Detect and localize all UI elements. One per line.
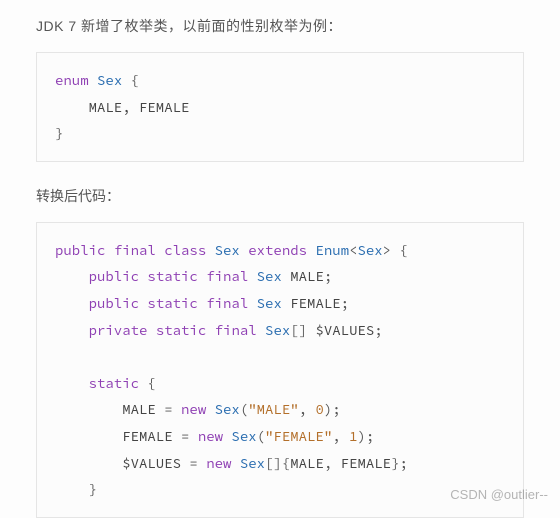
gt: > xyxy=(383,241,391,259)
after-label: 转换后代码： xyxy=(36,186,524,206)
kw: final xyxy=(206,267,248,285)
brace-open: { xyxy=(131,71,139,89)
arr-a: MALE xyxy=(290,454,324,472)
array: [] xyxy=(265,454,282,472)
type: Sex xyxy=(257,294,282,312)
code-block-enum: enum Sex { MALE, FEMALE } xyxy=(36,52,524,162)
watermark-text: CSDN @outlier-- xyxy=(450,487,548,502)
assign-male: MALE xyxy=(122,400,156,418)
field-female: FEMALE xyxy=(290,294,340,312)
type-param: Sex xyxy=(357,241,382,259)
eq: = xyxy=(156,400,181,418)
brace: { xyxy=(147,374,155,392)
comma: , xyxy=(299,400,316,418)
array: [] xyxy=(290,321,307,339)
intro-text: JDK 7 新增了枚举类，以前面的性别枚举为例： xyxy=(36,18,342,34)
semi: ; xyxy=(324,267,332,285)
close: ); xyxy=(357,427,374,445)
kw: final xyxy=(114,241,156,259)
arr-b: FEMALE xyxy=(341,454,391,472)
enum-body: MALE, FEMALE xyxy=(55,98,189,116)
document-body: JDK 7 新增了枚举类，以前面的性别枚举为例： enum Sex { MALE… xyxy=(0,0,560,518)
comma: , xyxy=(324,454,341,472)
kw: public xyxy=(89,294,139,312)
kw-new: new xyxy=(198,427,223,445)
brace: { xyxy=(399,241,407,259)
close: }; xyxy=(391,454,408,472)
ctor: Sex xyxy=(231,427,256,445)
semi: ; xyxy=(374,321,382,339)
comma: , xyxy=(332,427,349,445)
class-name: Sex xyxy=(215,241,240,259)
kw-enum: enum xyxy=(55,71,89,89)
kw: extends xyxy=(248,241,307,259)
kw: class xyxy=(164,241,206,259)
number: 0 xyxy=(315,400,323,418)
eq: = xyxy=(181,454,206,472)
kw: final xyxy=(206,294,248,312)
semi: ; xyxy=(341,294,349,312)
kw-new: new xyxy=(181,400,206,418)
kw: static xyxy=(147,294,197,312)
class-enum: Enum xyxy=(315,241,349,259)
field-values: $VALUES xyxy=(315,321,374,339)
kw: static xyxy=(156,321,206,339)
type: Sex xyxy=(257,267,282,285)
kw: private xyxy=(89,321,148,339)
brace-close: } xyxy=(55,124,63,142)
kw: public xyxy=(89,267,139,285)
kw-static: static xyxy=(89,374,139,392)
intro-paragraph: JDK 7 新增了枚举类，以前面的性别枚举为例： xyxy=(36,16,524,36)
paren: ( xyxy=(240,400,248,418)
field-male: MALE xyxy=(290,267,324,285)
ctor: Sex xyxy=(215,400,240,418)
kw-new: new xyxy=(206,454,231,472)
close: ); xyxy=(324,400,341,418)
kw: static xyxy=(147,267,197,285)
code-block-class: public final class Sex extends Enum<Sex>… xyxy=(36,222,524,518)
assign-values: $VALUES xyxy=(122,454,181,472)
brace-close: } xyxy=(89,480,97,498)
eq: = xyxy=(173,427,198,445)
brace: { xyxy=(282,454,290,472)
string: "MALE" xyxy=(248,400,298,418)
kw: final xyxy=(215,321,257,339)
kw: public xyxy=(55,241,105,259)
assign-female: FEMALE xyxy=(122,427,172,445)
paren: ( xyxy=(257,427,265,445)
string: "FEMALE" xyxy=(265,427,332,445)
type: Sex xyxy=(265,321,290,339)
ctor: Sex xyxy=(240,454,265,472)
class-sex: Sex xyxy=(97,71,122,89)
